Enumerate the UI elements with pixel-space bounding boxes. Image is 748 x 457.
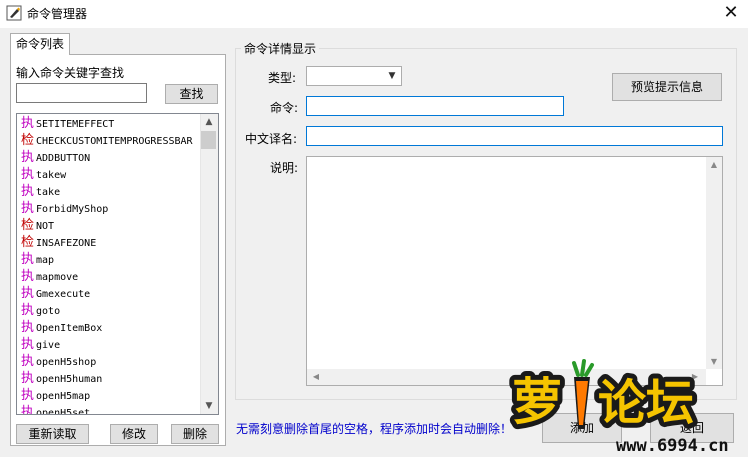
search-input[interactable] xyxy=(16,83,147,103)
close-button[interactable]: ✕ xyxy=(718,2,744,24)
command-name: CHECKCUSTOMITEMPROGRESSBAR xyxy=(36,136,193,147)
window-title: 命令管理器 xyxy=(27,7,88,21)
list-scrollbar[interactable] xyxy=(200,114,218,414)
type-label: 类型: xyxy=(268,71,297,85)
list-item[interactable]: 执 ADDBUTTON xyxy=(21,149,90,166)
hint-text: 无需刻意删除首尾的空格，程序添加时会自动删除！ xyxy=(236,422,513,436)
tab-command-list[interactable]: 命令列表 xyxy=(10,33,70,55)
command-name: OpenItemBox xyxy=(36,323,103,334)
list-item[interactable]: 执 SETITEMEFFECT xyxy=(21,115,114,132)
command-type-tag: 执 xyxy=(21,150,35,165)
command-type-tag: 执 xyxy=(21,252,35,267)
command-type-tag: 执 xyxy=(21,116,35,131)
command-input[interactable] xyxy=(306,96,564,116)
command-type-tag: 执 xyxy=(21,201,35,216)
command-name: NOT xyxy=(36,221,55,232)
svg-text:萝: 萝 xyxy=(512,373,562,431)
command-name: goto xyxy=(36,306,61,317)
command-name: Gmexecute xyxy=(36,289,91,300)
list-item[interactable]: 执 goto xyxy=(21,302,60,319)
description-vscrollbar[interactable] xyxy=(706,157,722,369)
scroll-down-icon[interactable]: ▼ xyxy=(200,398,218,414)
list-item[interactable]: 检 NOT xyxy=(21,217,54,234)
list-item[interactable]: 检 INSAFEZONE xyxy=(21,234,96,251)
reload-button[interactable]: 重新读取 xyxy=(16,424,89,444)
command-name: take xyxy=(36,187,61,198)
command-name: ADDBUTTON xyxy=(36,153,91,164)
command-label: 命令: xyxy=(270,101,299,115)
list-item[interactable]: 执 openH5set xyxy=(21,404,91,415)
command-list[interactable]: 执 SETITEMEFFECT 检 CHECKCUSTOMITEMPROGRESSBA… xyxy=(16,113,219,415)
command-type-tag: 执 xyxy=(21,405,35,415)
command-name: mapmove xyxy=(36,272,79,283)
command-name: openH5shop xyxy=(36,357,97,368)
command-type-tag: 执 xyxy=(21,303,35,318)
description-label: 说明: xyxy=(270,161,299,175)
command-type-tag: 执 xyxy=(21,269,35,284)
command-name: ForbidMyShop xyxy=(36,204,109,215)
list-item[interactable]: 执 map xyxy=(21,251,54,268)
list-item[interactable]: 执 ForbidMyShop xyxy=(21,200,108,217)
svg-text:论坛: 论坛 xyxy=(598,375,694,431)
scroll-up-icon[interactable]: ▲ xyxy=(200,114,218,130)
list-item[interactable]: 执 openH5map xyxy=(21,387,90,404)
delete-button[interactable]: 删除 xyxy=(171,424,219,444)
command-name: give xyxy=(36,340,61,351)
scroll-thumb[interactable] xyxy=(201,131,216,149)
list-item[interactable]: 执 takew xyxy=(21,166,66,183)
command-name: map xyxy=(36,255,55,266)
list-item[interactable]: 执 mapmove xyxy=(21,268,78,285)
app-icon xyxy=(6,5,22,21)
command-type-tag: 执 xyxy=(21,167,35,182)
list-item[interactable]: 执 openH5human xyxy=(21,370,102,387)
preview-button[interactable]: 预览提示信息 xyxy=(612,73,722,101)
command-type-tag: 执 xyxy=(21,320,35,335)
list-item[interactable]: 执 take xyxy=(21,183,60,200)
command-type-tag: 检 xyxy=(21,235,35,250)
chevron-down-icon[interactable]: ▼ xyxy=(384,68,400,84)
detail-group-title: 命令详情显示 xyxy=(241,40,320,57)
chinese-name-label: 中文译名: xyxy=(245,132,298,146)
description-textarea[interactable] xyxy=(306,156,723,386)
scroll-left-icon[interactable]: ◀ xyxy=(309,370,323,384)
command-name: INSAFEZONE xyxy=(36,238,97,249)
search-button[interactable]: 查找 xyxy=(165,84,218,104)
list-item[interactable]: 执 OpenItemBox xyxy=(21,319,102,336)
list-item[interactable]: 执 openH5shop xyxy=(21,353,96,370)
list-item[interactable]: 执 give xyxy=(21,336,60,353)
command-type-tag: 执 xyxy=(21,286,35,301)
command-type-tag: 执 xyxy=(21,184,35,199)
command-type-tag: 执 xyxy=(21,337,35,352)
svg-text:www.6994.cn: www.6994.cn xyxy=(616,436,729,456)
command-type-tag: 检 xyxy=(21,218,35,233)
list-item[interactable]: 检 CHECKCUSTOMITEMPROGRESSBAR xyxy=(21,132,193,149)
command-name: openH5map xyxy=(36,391,91,402)
command-name: takew xyxy=(36,170,67,181)
command-name: openH5set xyxy=(36,408,91,415)
command-type-tag: 执 xyxy=(21,371,35,386)
scroll-up-icon[interactable]: ▲ xyxy=(706,158,722,172)
list-item[interactable]: 执 Gmexecute xyxy=(21,285,90,302)
command-type-tag: 检 xyxy=(21,133,35,148)
command-type-tag: 执 xyxy=(21,354,35,369)
search-label: 输入命令关键字查找 xyxy=(16,66,125,80)
command-type-tag: 执 xyxy=(21,388,35,403)
chinese-name-input[interactable] xyxy=(306,126,723,146)
watermark-logo: 萝 萝 论坛 论坛 www.6994.cn xyxy=(508,359,729,456)
command-name: openH5human xyxy=(36,374,103,385)
title-bar xyxy=(0,0,748,28)
edit-button[interactable]: 修改 xyxy=(110,424,158,444)
command-name: SETITEMEFFECT xyxy=(36,119,115,130)
